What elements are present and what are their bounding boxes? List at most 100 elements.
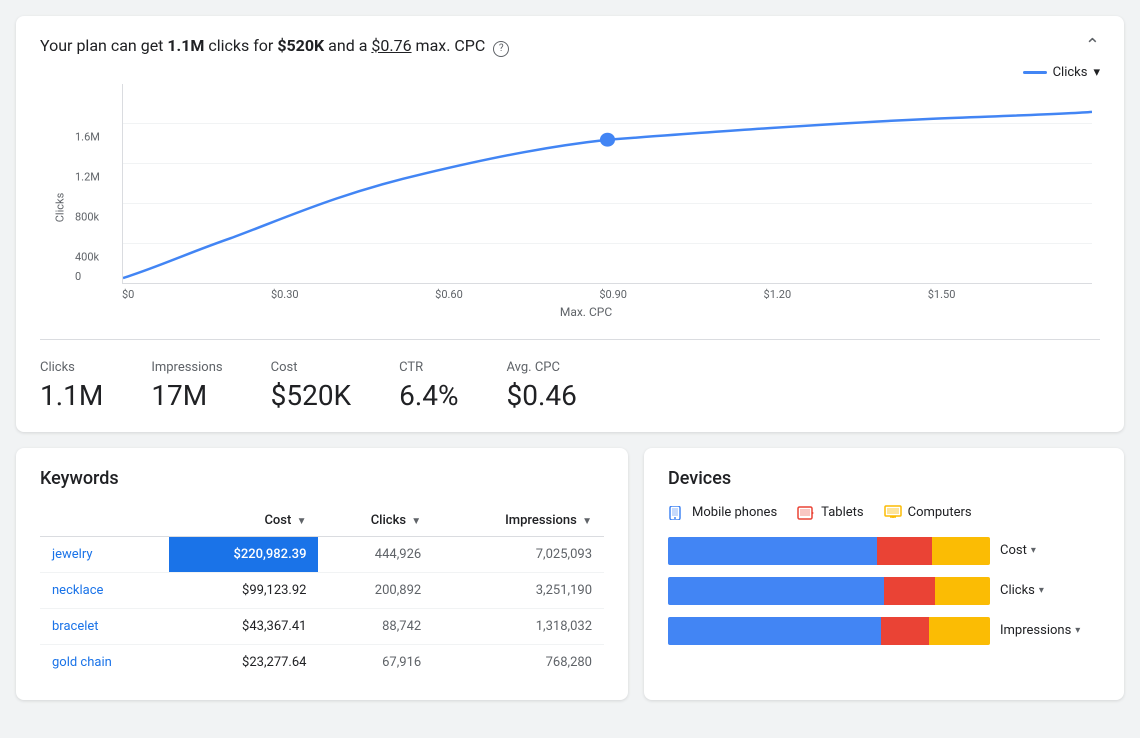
x-tick-1.20: $1.20 [764, 288, 792, 301]
stat-cost: Cost $520K [271, 360, 352, 412]
x-tick-0: $0 [122, 288, 134, 301]
bar-segment [884, 577, 936, 605]
device-bar-row: Clicks ▾ [668, 577, 1100, 605]
keywords-title: Keywords [40, 468, 604, 489]
keywords-card: Keywords Cost ▼ Clicks ▼ Impressions ▼ j… [16, 448, 628, 700]
kw-name[interactable]: jewelry [40, 536, 169, 572]
y-tick-800k: 800k [75, 210, 99, 223]
col-cost[interactable]: Cost ▼ [169, 505, 318, 537]
kw-clicks: 444,926 [318, 536, 433, 572]
table-row: jewelry $220,982.39 444,926 7,025,093 [40, 536, 604, 572]
table-row: necklace $99,123.92 200,892 3,251,190 [40, 572, 604, 608]
sort-clicks-icon: ▼ [411, 516, 421, 527]
kw-impressions: 1,318,032 [433, 608, 604, 644]
top-card-title: Your plan can get 1.1M clicks for $520K … [40, 36, 509, 57]
kw-name[interactable]: necklace [40, 572, 169, 608]
chart-legend: Clicks ▾ [56, 65, 1100, 80]
device-bar-row: Cost ▾ [668, 537, 1100, 565]
top-card-header: Your plan can get 1.1M clicks for $520K … [40, 36, 1100, 57]
bar-segment [668, 537, 877, 565]
kw-cost: $220,982.39 [169, 536, 318, 572]
stat-clicks-label: Clicks [40, 360, 103, 375]
y-tick-400k: 400k [75, 250, 99, 263]
max-cpc-value: $0.76 [371, 36, 411, 55]
kw-impressions: 7,025,093 [433, 536, 604, 572]
stat-ctr-label: CTR [399, 360, 458, 375]
legend-label-clicks: Clicks [1053, 65, 1088, 80]
col-clicks[interactable]: Clicks ▼ [318, 505, 433, 537]
table-header-row: Cost ▼ Clicks ▼ Impressions ▼ [40, 505, 604, 537]
bar-label[interactable]: Impressions ▾ [1000, 623, 1100, 638]
bar-label[interactable]: Cost ▾ [1000, 543, 1100, 558]
col-impressions[interactable]: Impressions ▼ [433, 505, 604, 537]
bottom-row: Keywords Cost ▼ Clicks ▼ Impressions ▼ j… [16, 448, 1124, 700]
stat-clicks-value: 1.1M [40, 379, 103, 412]
stat-clicks: Clicks 1.1M [40, 360, 103, 412]
y-tick-1.2m: 1.2M [75, 171, 100, 184]
bar-segment [877, 537, 932, 565]
x-ticks: $0 $0.30 $0.60 $0.90 $1.20 $1.50 [122, 288, 1092, 301]
x-axis-label: Max. CPC [72, 305, 1100, 319]
devices-legend: Mobile phones Tablets Computers [668, 505, 1100, 521]
collapse-button[interactable]: ⌃ [1085, 36, 1100, 54]
bar-track [668, 617, 990, 645]
kw-cost: $23,277.64 [169, 644, 318, 680]
devices-title: Devices [668, 468, 1100, 489]
x-tick-0.60: $0.60 [435, 288, 463, 301]
stat-cost-value: $520K [271, 379, 352, 412]
stat-ctr-value: 6.4% [399, 379, 458, 412]
stat-avg-cpc-label: Avg. CPC [507, 360, 577, 375]
y-tick-1.6m: 1.6M [75, 131, 100, 144]
cost-value: $520K [277, 36, 324, 55]
stat-impressions-label: Impressions [151, 360, 222, 375]
legend-tablets: Tablets [797, 505, 863, 520]
table-row: bracelet $43,367.41 88,742 1,318,032 [40, 608, 604, 644]
legend-computers: Computers [884, 505, 972, 521]
bar-segment [668, 617, 881, 645]
sort-cost-icon: ▼ [297, 516, 307, 527]
keywords-table: Cost ▼ Clicks ▼ Impressions ▼ jewelry $2… [40, 505, 604, 680]
bar-track [668, 577, 990, 605]
stat-ctr: CTR 6.4% [399, 360, 458, 412]
bar-dropdown-icon: ▾ [1039, 585, 1044, 596]
kw-clicks: 200,892 [318, 572, 433, 608]
legend-line-clicks [1023, 71, 1047, 74]
help-icon[interactable]: ? [493, 41, 509, 57]
kw-cost: $99,123.92 [169, 572, 318, 608]
computer-icon [884, 505, 902, 521]
stat-avg-cpc: Avg. CPC $0.46 [507, 360, 577, 412]
x-tick-1.50: $1.50 [928, 288, 956, 301]
bar-segment [668, 577, 884, 605]
legend-dropdown-clicks[interactable]: ▾ [1093, 65, 1100, 80]
table-row: gold chain $23,277.64 67,916 768,280 [40, 644, 604, 680]
device-bars: Cost ▾ Clicks ▾ Impressions ▾ [668, 537, 1100, 645]
bar-segment [935, 577, 990, 605]
bar-dropdown-icon: ▾ [1031, 545, 1036, 556]
bar-segment [932, 537, 990, 565]
legend-computers-label: Computers [908, 505, 972, 520]
bar-segment [929, 617, 990, 645]
mobile-icon [668, 506, 686, 520]
tablet-icon [797, 506, 815, 520]
clicks-value: 1.1M [167, 36, 204, 55]
chart-area: 1.6M 1.2M 800k 400k 0 [122, 84, 1092, 284]
top-card: Your plan can get 1.1M clicks for $520K … [16, 16, 1124, 432]
bar-segment [881, 617, 929, 645]
legend-mobile-label: Mobile phones [692, 505, 777, 520]
y-axis-label: Clicks [54, 193, 67, 223]
bar-track [668, 537, 990, 565]
sort-impressions-icon: ▼ [582, 516, 592, 527]
kw-impressions: 3,251,190 [433, 572, 604, 608]
kw-cost: $43,367.41 [169, 608, 318, 644]
kw-name[interactable]: bracelet [40, 608, 169, 644]
stat-avg-cpc-value: $0.46 [507, 379, 577, 412]
line-chart-svg [123, 84, 1092, 283]
bar-label[interactable]: Clicks ▾ [1000, 583, 1100, 598]
kw-clicks: 88,742 [318, 608, 433, 644]
kw-impressions: 768,280 [433, 644, 604, 680]
x-tick-0.30: $0.30 [271, 288, 299, 301]
kw-name[interactable]: gold chain [40, 644, 169, 680]
stat-cost-label: Cost [271, 360, 352, 375]
kw-clicks: 67,916 [318, 644, 433, 680]
legend-tablets-label: Tablets [821, 505, 863, 520]
